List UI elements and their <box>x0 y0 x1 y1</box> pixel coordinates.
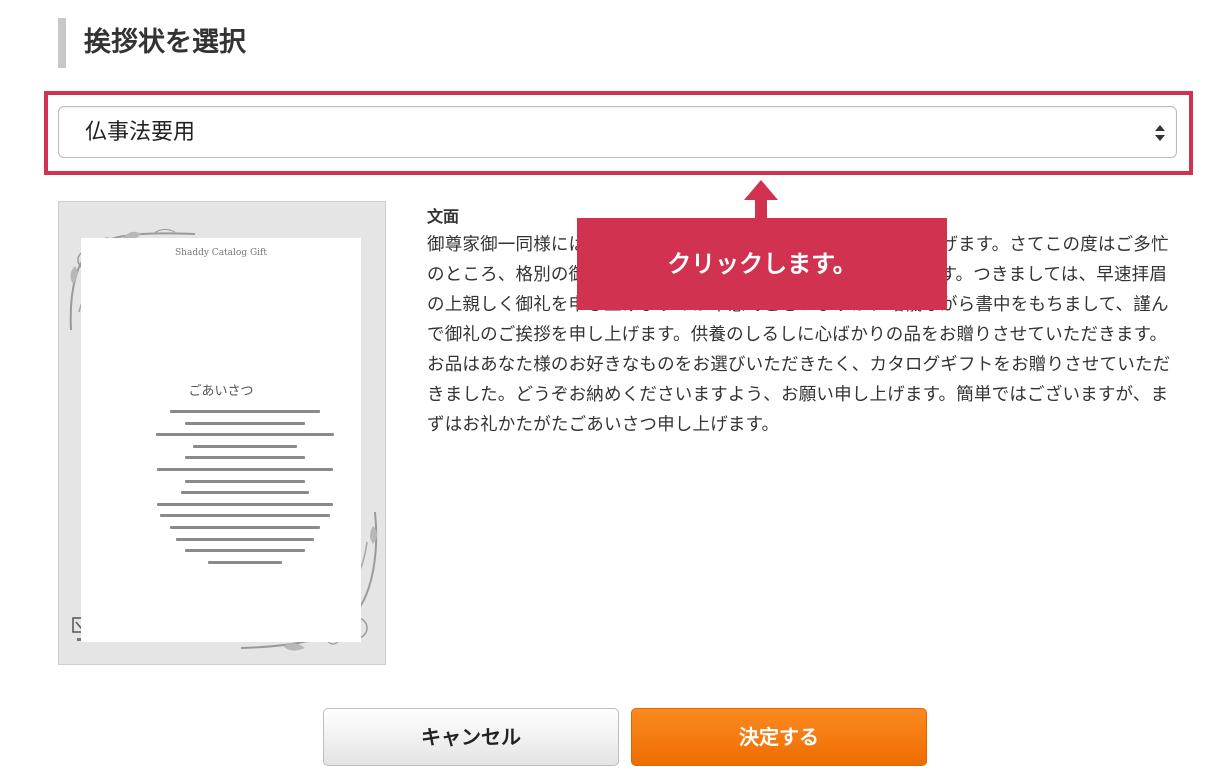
preview-text-line <box>185 549 305 553</box>
preview-text-line <box>157 502 333 506</box>
pointer-arrow-icon <box>744 180 778 220</box>
preview-text-line <box>157 467 333 471</box>
preview-text-line <box>181 491 309 495</box>
preview-text-line <box>185 456 305 460</box>
preview-brand: Shaddy Catalog Gift <box>175 248 267 258</box>
preview-text-lines <box>155 410 335 572</box>
preview-text-line <box>193 444 297 448</box>
preview-text-line <box>208 560 282 564</box>
page-title: 挨拶状を選択 <box>58 18 246 68</box>
preview-text-line <box>176 537 314 541</box>
preview-heading: ごあいさつ <box>188 384 254 399</box>
instruction-tooltip: クリックします。 <box>577 218 947 310</box>
preview-paper: Shaddy Catalog Gift ごあいさつ <box>81 238 361 642</box>
cancel-button[interactable]: キャンセル <box>323 708 619 766</box>
message-label: 文面 <box>427 207 460 226</box>
greeting-card-preview: Shaddy Catalog Gift ごあいさつ <box>58 201 386 665</box>
preview-text-line <box>185 479 305 483</box>
preview-text-line <box>156 433 334 437</box>
preview-text-line <box>170 525 320 529</box>
preview-text-line <box>160 514 330 518</box>
preview-text-line <box>185 421 305 425</box>
highlight-frame <box>44 91 1193 175</box>
preview-text-line <box>170 410 320 413</box>
confirm-button[interactable]: 決定する <box>631 708 927 766</box>
